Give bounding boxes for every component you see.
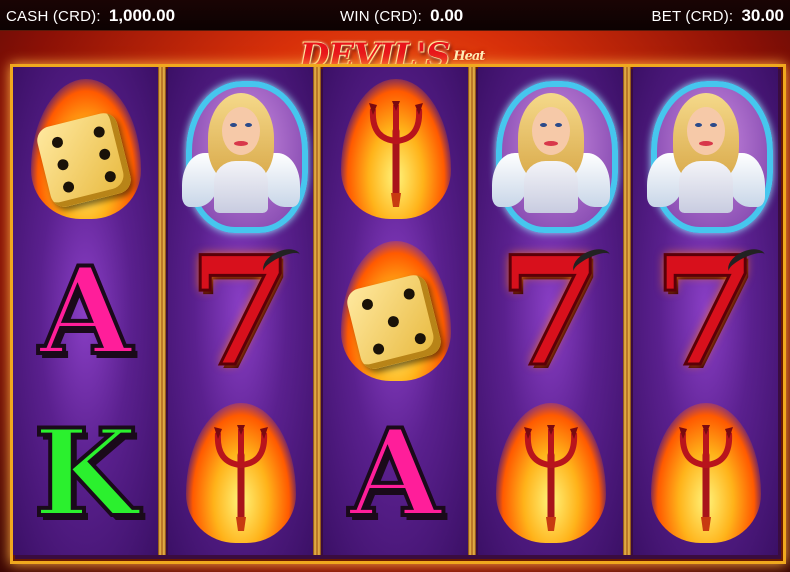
dice-pip xyxy=(97,147,111,161)
reel-cell[interactable]: 7 xyxy=(633,231,778,393)
trident-symbol xyxy=(331,75,461,225)
angel-eye xyxy=(554,123,562,127)
angel-eye xyxy=(709,123,717,127)
angel-symbol xyxy=(176,75,308,233)
trident-icon xyxy=(368,101,423,207)
dice-pip xyxy=(50,135,64,150)
win-label: WIN (CRD): xyxy=(340,8,422,25)
angel-symbol xyxy=(486,75,618,233)
angel-dress xyxy=(213,161,268,213)
reel-cell[interactable]: 7 xyxy=(168,231,313,393)
reel-divider xyxy=(623,67,631,555)
cash-label: CASH (CRD): xyxy=(6,8,101,25)
slot-game-screen: CASH (CRD): 1,000.00 WIN (CRD): 0.00 BET… xyxy=(0,0,790,572)
seven-symbol: 7 xyxy=(641,236,771,389)
dice-pip xyxy=(371,342,385,356)
reel-cell[interactable] xyxy=(323,69,468,231)
angel-face xyxy=(686,107,725,155)
dice-pip xyxy=(360,297,374,312)
reel-cell[interactable] xyxy=(633,393,778,555)
reel-cell[interactable] xyxy=(478,393,623,555)
angel-eye xyxy=(244,123,252,127)
dice-pip xyxy=(92,125,106,139)
reel-3: A xyxy=(323,67,468,555)
dice-pip xyxy=(55,158,70,172)
reel-frame: AK7A77 xyxy=(10,64,786,564)
dice-symbol xyxy=(331,237,461,387)
dice-pip xyxy=(402,287,416,301)
reel-cell[interactable] xyxy=(168,393,313,555)
angel-eye xyxy=(229,123,237,127)
bet-value: 30.00 xyxy=(741,6,784,25)
angel-lips xyxy=(233,141,248,146)
dice-pip xyxy=(413,331,427,346)
dice-symbol xyxy=(21,75,151,225)
letter-a-symbol: A xyxy=(37,241,134,382)
reel-cell[interactable] xyxy=(13,69,158,231)
angel-lips xyxy=(543,141,558,146)
bet-label: BET (CRD): xyxy=(651,8,734,25)
reel-cell[interactable] xyxy=(633,69,778,233)
reel-cell[interactable]: A xyxy=(13,231,158,393)
reel-4: 7 xyxy=(478,67,623,555)
trident-icon xyxy=(213,425,268,531)
trident-icon xyxy=(678,425,733,531)
dice-pip xyxy=(386,314,400,329)
angel-eye xyxy=(694,123,702,127)
reel-cell[interactable] xyxy=(323,231,468,393)
reel-cell[interactable]: 7 xyxy=(478,231,623,393)
cash-display: CASH (CRD): 1,000.00 xyxy=(6,6,175,26)
letter-a-symbol: A xyxy=(347,403,444,544)
reel-cell[interactable] xyxy=(168,69,313,233)
reel-cell[interactable]: K xyxy=(13,393,158,555)
logo-tag: Heat xyxy=(453,48,485,64)
reel-2: 7 xyxy=(168,67,313,555)
reel-5: 7 xyxy=(633,67,778,555)
win-display: WIN (CRD): 0.00 xyxy=(340,6,463,26)
bet-display: BET (CRD): 30.00 xyxy=(652,6,784,26)
angel-lips xyxy=(698,141,713,146)
reel-1: AK xyxy=(13,67,158,555)
cash-value: 1,000.00 xyxy=(108,6,176,25)
angel-symbol xyxy=(641,75,773,233)
dice-pip xyxy=(103,169,117,184)
win-value: 0.00 xyxy=(430,6,464,25)
seven-symbol: 7 xyxy=(176,236,306,389)
trident-symbol xyxy=(641,399,771,549)
trident-symbol xyxy=(176,399,306,549)
reel-cell[interactable]: A xyxy=(323,393,468,555)
status-bar: CASH (CRD): 1,000.00 WIN (CRD): 0.00 BET… xyxy=(0,0,790,31)
trident-symbol xyxy=(486,399,616,549)
dice-pip xyxy=(61,180,75,194)
letter-k-symbol: K xyxy=(31,403,139,544)
reel-divider xyxy=(158,67,166,555)
reel-divider xyxy=(468,67,476,555)
angel-dress xyxy=(523,161,578,213)
seven-symbol: 7 xyxy=(486,236,616,389)
angel-eye xyxy=(539,123,547,127)
angel-face xyxy=(221,107,260,155)
angel-face xyxy=(531,107,570,155)
reel-cell[interactable] xyxy=(478,69,623,233)
trident-icon xyxy=(523,425,578,531)
reel-divider xyxy=(313,67,321,555)
angel-dress xyxy=(678,161,733,213)
